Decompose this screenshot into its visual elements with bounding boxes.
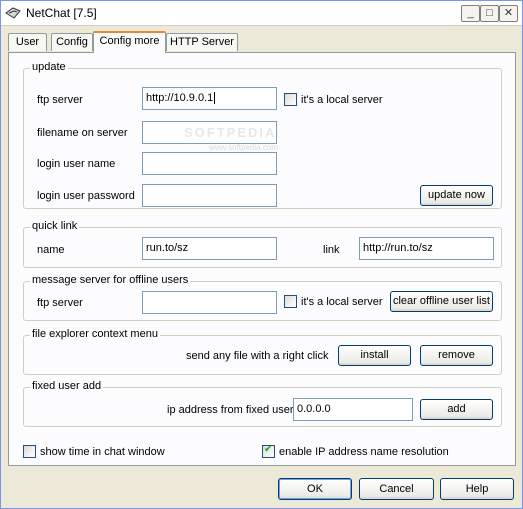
quick-link-group-title: quick link bbox=[30, 220, 80, 232]
remove-button[interactable]: remove bbox=[420, 345, 493, 366]
text-caret bbox=[214, 92, 216, 105]
ok-button[interactable]: OK bbox=[278, 478, 352, 500]
login-password-input[interactable] bbox=[142, 184, 277, 207]
message-ftp-server-input[interactable] bbox=[142, 291, 277, 314]
config-more-panel: update ftp server http://10.9.0.1 it's a… bbox=[8, 52, 516, 466]
tab-config-more[interactable]: Config more bbox=[93, 31, 166, 53]
file-explorer-group-title: file explorer context menu bbox=[30, 328, 160, 340]
watermark-url: www.softpedia.com bbox=[209, 143, 278, 152]
fixed-user-group-title: fixed user add bbox=[30, 380, 104, 392]
file-explorer-description: send any file with a right click bbox=[186, 350, 329, 362]
tab-http-server[interactable]: HTTP Server bbox=[166, 33, 238, 51]
fixed-user-group: fixed user add ip address from fixed use… bbox=[23, 380, 502, 427]
resolve-ip-checkbox[interactable] bbox=[262, 444, 275, 458]
message-ftp-server-label: ftp server bbox=[37, 297, 83, 309]
update-now-button[interactable]: update now bbox=[420, 185, 493, 206]
fixed-user-ip-label: ip address from fixed user bbox=[167, 404, 294, 416]
message-local-server-checkbox[interactable] bbox=[284, 295, 297, 308]
message-server-group-title: message server for offline users bbox=[30, 274, 191, 286]
watermark-text: SOFTPEDIA bbox=[184, 125, 277, 140]
maximize-button[interactable]: □ bbox=[480, 5, 499, 22]
ftp-server-value: http://10.9.0.1 bbox=[146, 92, 214, 104]
tab-config[interactable]: Config bbox=[51, 33, 93, 51]
show-time-checkbox[interactable] bbox=[23, 445, 36, 458]
cancel-button[interactable]: Cancel bbox=[359, 478, 434, 500]
window-title: NetChat [7.5] bbox=[26, 6, 97, 20]
minimize-button[interactable]: _ bbox=[461, 5, 480, 22]
filename-label: filename on server bbox=[37, 127, 128, 139]
update-local-server-checkbox[interactable] bbox=[284, 93, 297, 106]
login-password-label: login user password bbox=[37, 190, 135, 202]
login-user-input[interactable] bbox=[142, 152, 277, 175]
quick-link-url-input[interactable]: http://run.to/sz bbox=[359, 237, 494, 260]
clear-offline-user-list-button[interactable]: clear offline user list bbox=[390, 291, 493, 312]
message-server-group: message server for offline users ftp ser… bbox=[23, 274, 502, 321]
close-button[interactable]: ✕ bbox=[499, 5, 518, 22]
show-time-label: show time in chat window bbox=[40, 446, 165, 458]
update-group-title: update bbox=[30, 61, 68, 73]
netchat-app-icon bbox=[5, 7, 21, 19]
help-button[interactable]: Help bbox=[440, 478, 514, 500]
ftp-server-label: ftp server bbox=[37, 94, 83, 106]
message-local-server-label: it's a local server bbox=[301, 296, 383, 308]
title-bar[interactable]: NetChat [7.5] _ □ ✕ bbox=[1, 1, 522, 26]
tab-user[interactable]: User bbox=[8, 33, 47, 51]
quick-link-name-label: name bbox=[37, 244, 65, 256]
fixed-user-ip-input[interactable]: 0.0.0.0 bbox=[293, 398, 413, 421]
resolve-ip-label: enable IP address name resolution bbox=[279, 446, 449, 458]
quick-link-name-input[interactable]: run.to/sz bbox=[142, 237, 277, 260]
quick-link-group: quick link name run.to/sz link http://ru… bbox=[23, 220, 502, 268]
netchat-window: NetChat [7.5] _ □ ✕ User Config Config m… bbox=[0, 0, 523, 509]
add-fixed-user-button[interactable]: add bbox=[420, 399, 493, 420]
login-user-label: login user name bbox=[37, 158, 116, 170]
install-button[interactable]: install bbox=[338, 345, 411, 366]
quick-link-link-label: link bbox=[323, 244, 340, 256]
update-local-server-label: it's a local server bbox=[301, 94, 383, 106]
ftp-server-input[interactable]: http://10.9.0.1 bbox=[142, 87, 277, 110]
file-explorer-group: file explorer context menu send any file… bbox=[23, 328, 502, 375]
